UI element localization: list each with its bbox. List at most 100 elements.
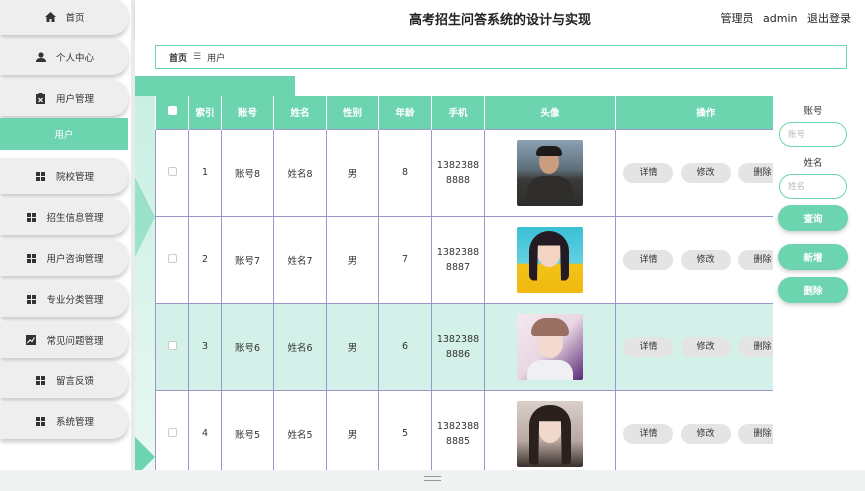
delete-row-button[interactable]: 删除	[737, 423, 773, 444]
logout-link[interactable]: 退出登录	[807, 12, 851, 25]
sidebar-item-home[interactable]: 首页	[0, 0, 128, 35]
avatar-cell	[484, 302, 616, 391]
account-cell: 账号6	[221, 302, 274, 391]
row-checkbox[interactable]	[167, 166, 177, 176]
decorative-triangle	[135, 177, 155, 257]
chart-icon	[24, 334, 38, 346]
breadcrumb: 首页 ☰ 用户	[155, 45, 847, 69]
sidebar-item-school-management[interactable]: 院校管理	[0, 158, 128, 194]
row-checkbox-cell	[155, 215, 189, 304]
edit-button[interactable]: 修改	[680, 249, 731, 270]
phone-line: 1382388	[436, 333, 480, 345]
row-checkbox[interactable]	[167, 340, 177, 350]
clipboard-icon	[34, 92, 48, 104]
detail-button[interactable]: 详情	[623, 423, 674, 444]
user-table-container[interactable]: 索引 账号 姓名 性别 年龄 手机 头像 操作 1 账号8 姓名8 男 8 13…	[155, 96, 773, 470]
gender-cell: 男	[326, 215, 379, 304]
actions-cell: 详情 修改 删除	[615, 302, 773, 391]
sidebar-item-label: 用户管理	[55, 94, 94, 105]
phone-line: 8885	[445, 435, 471, 447]
row-checkbox[interactable]	[167, 427, 177, 437]
sidebar-item-label: 系统管理	[55, 417, 94, 428]
index-cell: 2	[188, 215, 222, 304]
name-cell: 姓名6	[273, 302, 327, 391]
column-header: 账号	[221, 96, 274, 129]
breadcrumb-home[interactable]: 首页	[169, 51, 187, 64]
main-content: 首页 ☰ 用户 索引 账号 姓名 性别 年龄 手机 头像 操作 1 账号8 姓名…	[135, 37, 865, 470]
sidebar-item-label: 个人中心	[55, 53, 94, 64]
sidebar-item-users[interactable]: 用户	[0, 118, 128, 150]
name-search-input[interactable]	[779, 174, 847, 199]
header-checkbox-cell	[155, 96, 189, 129]
sidebar-item-label: 专业分类管理	[46, 295, 104, 306]
detail-button[interactable]: 详情	[623, 336, 674, 357]
resize-handle-icon[interactable]	[424, 476, 441, 481]
sidebar-item-faq-management[interactable]: 常见问题管理	[0, 322, 128, 358]
sidebar-item-label: 首页	[65, 13, 85, 24]
detail-button[interactable]: 详情	[623, 162, 674, 183]
edit-button[interactable]: 修改	[680, 423, 731, 444]
age-cell: 5	[378, 389, 432, 470]
phone-line: 8888	[445, 174, 471, 186]
delete-row-button[interactable]: 删除	[737, 162, 773, 183]
sidebar-item-user-management[interactable]: 用户管理	[0, 80, 128, 116]
name-cell: 姓名8	[273, 128, 327, 217]
sidebar-item-feedback[interactable]: 留言反馈	[0, 362, 128, 398]
index-cell: 1	[188, 128, 222, 217]
avatar-cell	[484, 389, 616, 470]
avatar-cell	[484, 128, 616, 217]
sidebar: 首页 个人中心 用户管理 用户 院校管理 招生信息管理 用户咨询管理 专业分类管…	[0, 0, 131, 470]
sidebar-item-label: 院校管理	[55, 172, 94, 183]
avatar	[517, 139, 583, 206]
add-button[interactable]: 新增	[778, 244, 848, 270]
account-cell: 账号5	[221, 389, 274, 470]
account-cell: 账号7	[221, 215, 274, 304]
user-table: 索引 账号 姓名 性别 年龄 手机 头像 操作 1 账号8 姓名8 男 8 13…	[155, 96, 773, 470]
row-checkbox-cell	[155, 128, 189, 217]
sidebar-item-system-management[interactable]: 系统管理	[0, 403, 128, 439]
top-header: 高考招生问答系统的设计与实现 管理员 admin 退出登录	[135, 0, 865, 37]
sidebar-item-consult-management[interactable]: 用户咨询管理	[0, 240, 128, 276]
sidebar-item-enrollment-management[interactable]: 招生信息管理	[0, 199, 128, 235]
batch-delete-button[interactable]: 删除	[778, 277, 848, 303]
delete-row-button[interactable]: 删除	[737, 336, 773, 357]
column-header: 手机	[431, 96, 485, 129]
avatar-cell	[484, 215, 616, 304]
detail-button[interactable]: 详情	[623, 249, 674, 270]
account-search-input[interactable]	[779, 122, 847, 147]
column-header: 姓名	[273, 96, 327, 129]
column-header: 性别	[326, 96, 379, 129]
avatar	[517, 400, 583, 467]
gender-cell: 男	[326, 128, 379, 217]
sidebar-item-major-category-management[interactable]: 专业分类管理	[0, 281, 128, 317]
row-checkbox-cell	[155, 389, 189, 470]
phone-line: 8887	[445, 261, 471, 273]
edit-button[interactable]: 修改	[680, 336, 731, 357]
delete-row-button[interactable]: 删除	[737, 249, 773, 270]
select-all-checkbox[interactable]	[167, 106, 177, 116]
phone-cell: 1382388 8888	[431, 128, 485, 217]
breadcrumb-current: 用户	[207, 53, 226, 64]
age-cell: 6	[378, 302, 432, 391]
index-cell: 4	[188, 389, 222, 470]
grid-icon	[24, 211, 38, 223]
column-header: 头像	[484, 96, 616, 129]
table-row: 3 账号6 姓名6 男 6 1382388 8886 详情 修改 删除	[155, 302, 773, 391]
column-header: 操作	[615, 96, 773, 129]
sidebar-item-profile[interactable]: 个人中心	[0, 39, 128, 75]
phone-line: 1382388	[436, 159, 480, 171]
actions-cell: 详情 修改 删除	[615, 215, 773, 304]
phone-line: 1382388	[436, 246, 480, 258]
sidebar-item-label: 用户咨询管理	[46, 254, 104, 265]
phone-line: 8886	[445, 348, 471, 360]
row-checkbox[interactable]	[167, 253, 177, 263]
search-panel: 账号 姓名 查询 新增 删除	[775, 96, 865, 470]
name-cell: 姓名5	[273, 389, 327, 470]
query-button[interactable]: 查询	[778, 205, 848, 231]
table-row: 1 账号8 姓名8 男 8 1382388 8888 详情 修改 删除	[155, 128, 773, 217]
decorative-triangle	[135, 437, 155, 470]
edit-button[interactable]: 修改	[680, 162, 731, 183]
grid-icon	[34, 415, 48, 427]
breadcrumb-separator-icon: ☰	[193, 52, 202, 62]
account-cell: 账号8	[221, 128, 274, 217]
